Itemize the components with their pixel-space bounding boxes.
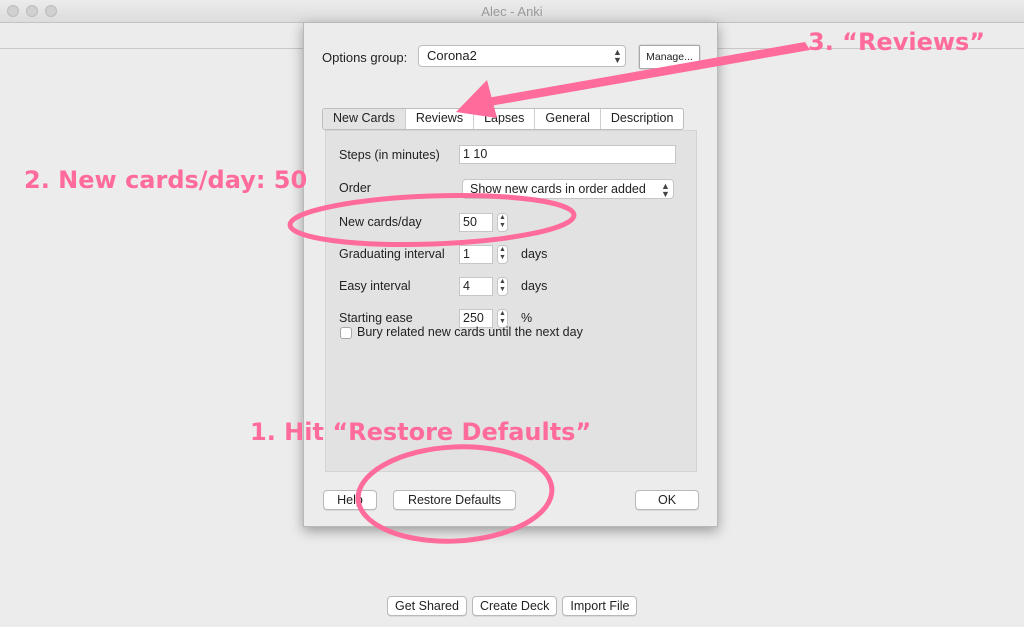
annotation-overlay: [287, 42, 810, 544]
annotation-step-3: 3. “Reviews”: [808, 28, 986, 56]
reviews-arrow-icon: [456, 42, 810, 118]
restore-defaults-highlight-ellipse: [355, 444, 555, 544]
new-cards-highlight-ellipse: [287, 193, 577, 247]
annotation-step-1: 1. Hit “Restore Defaults”: [250, 418, 592, 446]
annotation-step-2: 2. New cards/day: 50: [24, 166, 308, 194]
